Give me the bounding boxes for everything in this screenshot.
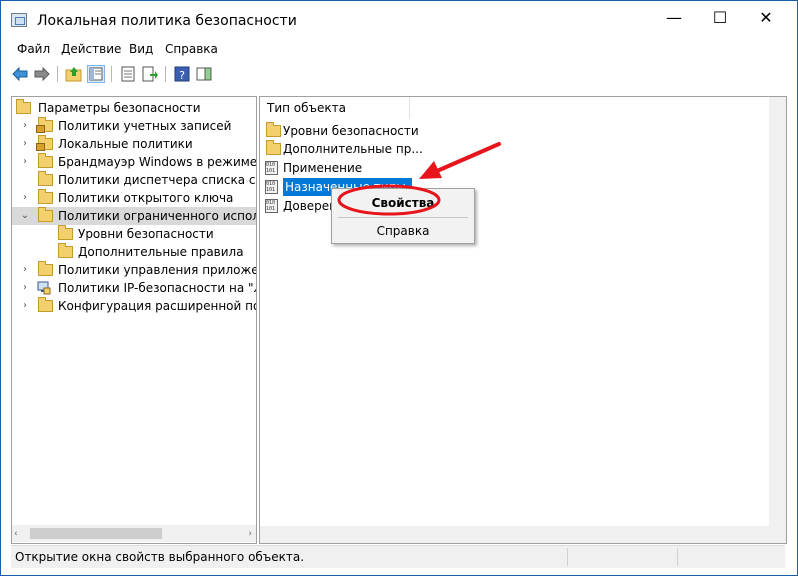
status-bar: Открытие окна свойств выбранного объекта… bbox=[11, 545, 785, 568]
annotation-overlay bbox=[337, 142, 501, 216]
status-text: Открытие окна свойств выбранного объекта… bbox=[15, 550, 305, 564]
status-divider bbox=[677, 548, 678, 566]
annotation-arrow-line bbox=[435, 142, 501, 173]
app-window: Локальная политика безопасности — ☐ ✕ Фа… bbox=[0, 0, 798, 576]
annotation-ellipse bbox=[337, 184, 441, 216]
status-divider bbox=[567, 548, 568, 566]
